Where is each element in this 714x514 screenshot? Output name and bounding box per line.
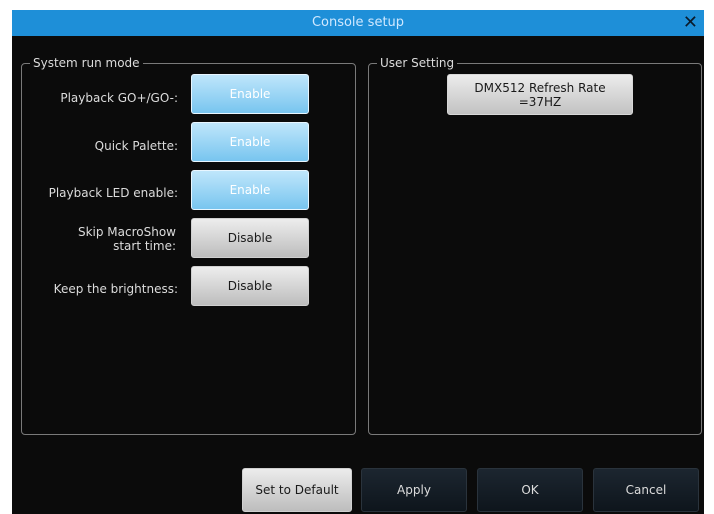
user-setting-title: User Setting (377, 56, 458, 71)
dialog-title: Console setup (311, 15, 405, 30)
apply-button[interactable]: Apply (361, 468, 467, 512)
playback-go-label: Playback GO+/GO-: (60, 91, 178, 105)
close-icon[interactable]: ✕ (683, 10, 698, 36)
skip-macroshow-label: Skip MacroShow start time: (77, 225, 176, 253)
ok-button[interactable]: OK (477, 468, 583, 512)
console-setup-dialog: Console setup ✕ System run mode Playback… (12, 10, 704, 514)
playback-go-toggle-button[interactable]: Enable (191, 74, 309, 114)
set-to-default-button[interactable]: Set to Default (242, 468, 352, 512)
quick-palette-label: Quick Palette: (94, 139, 178, 153)
system-run-mode-title: System run mode (30, 56, 143, 71)
playback-led-label: Playback LED enable: (48, 186, 178, 200)
title-bar: Console setup ✕ (12, 10, 704, 36)
cancel-button[interactable]: Cancel (593, 468, 699, 512)
quick-palette-toggle-button[interactable]: Enable (191, 122, 309, 162)
user-setting-group: User Setting (368, 56, 702, 435)
skip-macroshow-toggle-button[interactable]: Disable (191, 218, 309, 258)
playback-led-toggle-button[interactable]: Enable (191, 170, 309, 210)
dmx512-refresh-rate-button[interactable]: DMX512 Refresh Rate =37HZ (447, 74, 633, 115)
keep-brightness-label: Keep the brightness: (53, 282, 178, 296)
keep-brightness-toggle-button[interactable]: Disable (191, 266, 309, 306)
